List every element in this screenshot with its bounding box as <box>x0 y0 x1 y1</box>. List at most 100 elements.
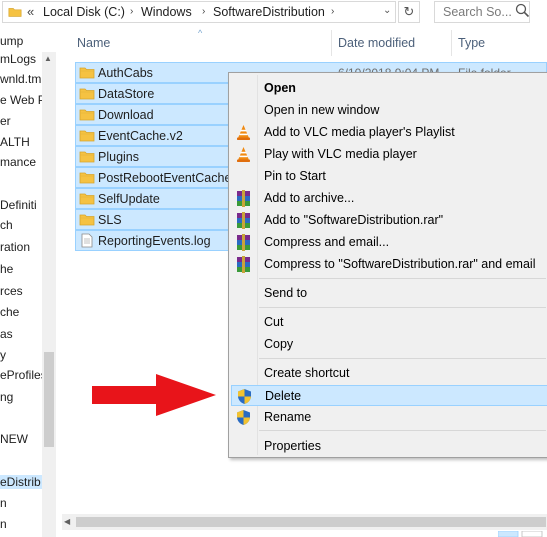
nav-item[interactable]: NEW <box>0 432 28 446</box>
breadcrumb-windows[interactable]: Windows <box>141 5 192 19</box>
address-bar[interactable]: « Local Disk (C:) › Windows › SoftwareDi… <box>2 1 396 23</box>
menu-item-properties[interactable]: Properties <box>231 436 547 457</box>
nav-item[interactable]: ng <box>0 390 13 404</box>
menu-item-send-to[interactable]: Send to <box>231 283 547 304</box>
nav-item[interactable]: che <box>0 305 19 319</box>
nav-item[interactable]: eDistrib <box>0 475 48 489</box>
nav-item[interactable]: y <box>0 348 6 362</box>
file-name: Plugins <box>98 150 139 164</box>
navigation-scrollbar[interactable]: ▲ ▼ <box>42 52 56 537</box>
menu-item-label: Compress and email... <box>264 235 390 249</box>
nav-item[interactable]: n <box>0 496 7 510</box>
winrar-icon <box>235 256 252 273</box>
breadcrumb-separator-icon[interactable]: › <box>130 6 133 17</box>
nav-item[interactable]: Definiti <box>0 198 37 212</box>
menu-item-label: Open <box>264 81 296 95</box>
menu-item-compress-and-email[interactable]: Compress and email... <box>231 232 547 253</box>
nav-item[interactable]: ch <box>0 218 13 232</box>
menu-item-label: Add to archive... <box>264 191 355 205</box>
view-toggle-icon[interactable] <box>498 531 544 537</box>
nav-item[interactable]: wnld.tm <box>0 72 41 86</box>
folder-icon <box>79 212 95 227</box>
nav-item[interactable]: er <box>0 114 11 128</box>
menu-item-cut[interactable]: Cut <box>231 312 547 333</box>
context-menu: Open Open in new window Add to VLC media p… <box>228 72 547 458</box>
menu-item-label: Compress to "SoftwareDistribution.rar" a… <box>264 257 536 271</box>
menu-item-label: Open in new window <box>264 103 380 117</box>
nav-item[interactable]: ump <box>0 34 23 48</box>
menu-item-rename[interactable]: Rename <box>231 407 547 428</box>
file-name: SelfUpdate <box>98 192 160 206</box>
menu-item-copy[interactable]: Copy <box>231 334 547 355</box>
menu-item-label: Copy <box>264 337 294 351</box>
nav-item[interactable]: e Web P <box>0 93 46 107</box>
column-divider[interactable] <box>451 30 452 56</box>
scroll-left-icon[interactable]: ◀ <box>64 517 70 526</box>
navigation-pane[interactable]: ump mLogs wnld.tm e Web P er ALTH mance Definit… <box>0 26 58 537</box>
nav-item[interactable]: mLogs <box>0 52 36 66</box>
nav-item[interactable]: mance <box>0 155 36 169</box>
menu-item-open[interactable]: Open <box>231 78 547 99</box>
menu-item-add-to-softwaredistribution-rar[interactable]: Add to "SoftwareDistribution.rar" <box>231 210 547 231</box>
folder-icon <box>79 191 95 206</box>
menu-item-label: Add to VLC media player's Playlist <box>264 125 455 139</box>
column-header-date-modified[interactable]: Date modified <box>338 36 415 50</box>
nav-item[interactable]: he <box>0 262 13 276</box>
folder-icon <box>79 86 95 101</box>
horizontal-scrollbar[interactable]: ◀ <box>62 514 547 530</box>
winrar-icon <box>235 212 252 229</box>
breadcrumb-local-disk[interactable]: Local Disk (C:) <box>43 5 125 19</box>
menu-item-label: Send to <box>264 286 308 300</box>
breadcrumb-separator-icon[interactable]: › <box>331 6 334 17</box>
horizontal-scroll-thumb[interactable] <box>76 517 546 527</box>
column-divider[interactable] <box>331 30 332 56</box>
text-file-icon <box>79 233 95 248</box>
nav-item[interactable]: eProfiles <box>0 368 47 382</box>
column-header-type[interactable]: Type <box>458 36 485 50</box>
menu-item-pin-to-start[interactable]: Pin to Start <box>231 166 547 187</box>
nav-item[interactable]: ration <box>0 240 30 254</box>
scroll-up-icon[interactable]: ▲ <box>44 54 52 63</box>
nav-item[interactable]: as <box>0 327 13 341</box>
menu-item-compress-to-softwaredistribution-rar-and-email[interactable]: Compress to "SoftwareDistribution.rar" a… <box>231 254 547 275</box>
breadcrumb-softwaredistribution[interactable]: SoftwareDistribution <box>213 5 325 19</box>
search-icon[interactable] <box>514 2 532 20</box>
winrar-icon <box>235 190 252 207</box>
nav-item[interactable]: ALTH <box>0 135 30 149</box>
refresh-icon: ↻ <box>403 4 415 19</box>
navigation-scroll-thumb[interactable] <box>44 352 54 447</box>
menu-separator <box>259 358 546 359</box>
menu-item-delete[interactable]: Delete <box>231 385 547 406</box>
folder-icon <box>79 128 95 143</box>
menu-item-play-with-vlc-media-player[interactable]: Play with VLC media player <box>231 144 547 165</box>
file-name: SLS <box>98 213 122 227</box>
menu-item-add-to-vlc-media-player-s-playlist[interactable]: Add to VLC media player's Playlist <box>231 122 547 143</box>
file-name: ReportingEvents.log <box>98 234 211 248</box>
breadcrumb-separator-icon[interactable]: › <box>202 6 205 17</box>
menu-item-open-in-new-window[interactable]: Open in new window <box>231 100 547 121</box>
address-bar-row: « Local Disk (C:) › Windows › SoftwareDi… <box>0 0 547 26</box>
uac-shield-icon <box>235 409 252 426</box>
address-history-dropdown-icon[interactable]: ⌄ <box>383 5 391 16</box>
file-name: EventCache.v2 <box>98 129 183 143</box>
sort-ascending-icon: ^ <box>198 28 203 38</box>
red-arrow-annotation <box>92 374 216 416</box>
menu-item-label: Create shortcut <box>264 366 350 380</box>
menu-item-add-to-archive[interactable]: Add to archive... <box>231 188 547 209</box>
nav-item[interactable]: n <box>0 517 7 531</box>
overflow-chevron[interactable]: « <box>27 4 34 19</box>
menu-separator <box>259 307 546 308</box>
folder-icon <box>79 149 95 164</box>
menu-item-label: Pin to Start <box>264 169 326 183</box>
nav-item[interactable]: rces <box>0 284 23 298</box>
folder-icon <box>79 170 95 185</box>
column-header-name[interactable]: Name <box>77 36 110 50</box>
folder-icon <box>79 107 95 122</box>
file-name: DataStore <box>98 87 155 101</box>
menu-item-create-shortcut[interactable]: Create shortcut <box>231 363 547 384</box>
file-name: AuthCabs <box>98 66 153 80</box>
file-name: Download <box>98 108 154 122</box>
vlc-icon <box>235 146 252 163</box>
file-name: PostRebootEventCache.V <box>98 171 244 185</box>
refresh-button[interactable]: ↻ <box>398 1 420 23</box>
